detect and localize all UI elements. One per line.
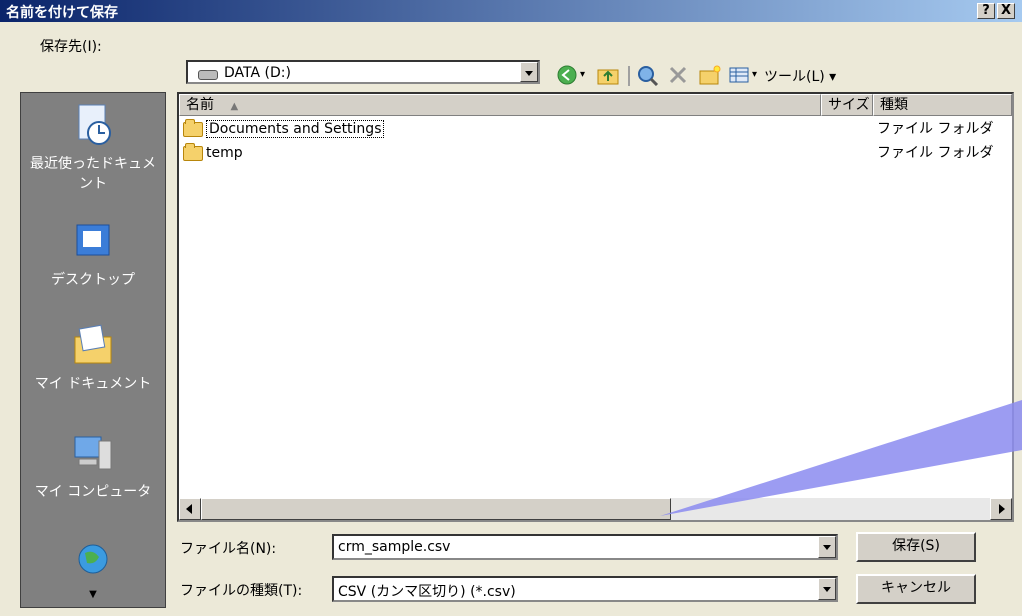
column-header-size[interactable]: サイズ xyxy=(821,94,873,116)
place-recent-documents[interactable]: 最近使ったドキュメント xyxy=(21,103,165,193)
place-label: 最近使ったドキュメント xyxy=(30,156,156,192)
tools-menu[interactable]: ツール(L) ▾ xyxy=(764,66,836,86)
folder-icon xyxy=(183,118,203,137)
back-dropdown-icon[interactable]: ▾ xyxy=(580,64,590,86)
place-label: マイ ドキュメント xyxy=(34,376,152,392)
file-name: temp xyxy=(206,145,243,161)
location-dropdown-button[interactable] xyxy=(520,62,538,82)
place-label: マイ コンピュータ xyxy=(34,484,152,500)
place-my-computer[interactable]: マイ コンピュータ xyxy=(21,431,165,501)
list-item[interactable]: temp xyxy=(183,142,243,164)
callout-pointer xyxy=(660,400,1022,516)
place-label: デスクトップ xyxy=(51,272,135,288)
location-value: DATA (D:) xyxy=(224,65,291,81)
file-name: Documents and Settings xyxy=(206,120,385,138)
close-button[interactable]: X xyxy=(997,3,1015,19)
filetype-label: ファイルの種類(T): xyxy=(180,583,303,599)
scroll-thumb[interactable] xyxy=(201,498,671,520)
network-icon xyxy=(71,539,115,583)
filetype-value: CSV (カンマ区切り) (*.csv) xyxy=(338,584,516,600)
column-header-type[interactable]: 種類 xyxy=(873,94,1012,116)
view-dropdown-icon[interactable]: ▾ xyxy=(752,64,762,86)
filetype-select[interactable]: CSV (カンマ区切り) (*.csv) xyxy=(332,576,838,602)
list-item[interactable]: Documents and Settings xyxy=(183,118,385,140)
column-header-name[interactable]: 名前 ▲ xyxy=(179,94,821,116)
sort-ascending-icon: ▲ xyxy=(230,101,239,112)
title-bar xyxy=(0,0,1022,22)
help-button[interactable]: ? xyxy=(977,3,995,19)
toolbar-separator xyxy=(628,66,630,86)
filetype-dropdown-button[interactable] xyxy=(818,578,836,600)
location-label: 保存先(I): xyxy=(40,39,102,55)
back-icon[interactable] xyxy=(556,64,578,86)
place-network[interactable]: ▼ xyxy=(21,539,165,600)
filename-label: ファイル名(N): xyxy=(180,541,277,557)
file-type: ファイル フォルダ xyxy=(877,145,994,161)
column-name-label: 名前 xyxy=(186,97,214,113)
window-title: 名前を付けて保存 xyxy=(6,5,118,21)
filename-value: crm_sample.csv xyxy=(338,539,451,555)
delete-icon[interactable] xyxy=(666,64,690,86)
tools-label: ツール(L) xyxy=(764,69,825,85)
scroll-down-icon[interactable]: ▼ xyxy=(21,589,165,600)
folder-icon xyxy=(183,142,203,161)
new-folder-icon[interactable] xyxy=(698,64,722,86)
file-type: ファイル フォルダ xyxy=(877,121,994,137)
drive-icon xyxy=(198,70,218,80)
scroll-left-button[interactable] xyxy=(179,498,201,520)
cancel-button[interactable]: キャンセル xyxy=(856,574,976,604)
view-menu-icon[interactable] xyxy=(728,64,750,86)
desktop-icon xyxy=(71,219,115,263)
recent-documents-icon xyxy=(71,103,115,147)
search-web-icon[interactable] xyxy=(636,64,660,87)
my-documents-icon xyxy=(71,323,115,367)
place-desktop[interactable]: デスクトップ xyxy=(21,219,165,289)
location-select[interactable]: DATA (D:) xyxy=(186,60,540,84)
place-my-documents[interactable]: マイ ドキュメント xyxy=(21,323,165,393)
my-computer-icon xyxy=(71,431,115,475)
up-folder-icon[interactable] xyxy=(596,64,620,86)
places-bar: 最近使ったドキュメント デスクトップ マイ ドキュメント マイ コンピュータ ▼ xyxy=(20,92,166,608)
